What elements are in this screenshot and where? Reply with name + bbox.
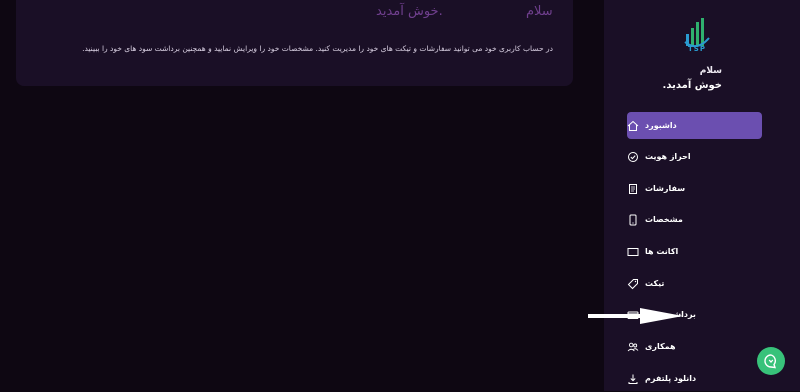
sidebar-item-label: اکانت ها: [645, 247, 679, 256]
check-circle-icon: [628, 151, 638, 162]
welcome-description: در حساب کاربری خود می توانید سفارشات و ت…: [82, 44, 553, 53]
sidebar-item-label: تیکت: [645, 279, 665, 288]
sidebar-welcome: خوش آمدید.: [662, 80, 722, 91]
welcome-title: خوش آمدید.: [376, 4, 443, 19]
sidebar-item-dashboard[interactable]: داشبورد: [627, 112, 762, 139]
sidebar-item-accounts[interactable]: اکانت ها: [627, 238, 762, 265]
sidebar-item-profile[interactable]: مشخصات: [627, 206, 762, 233]
download-icon: [628, 374, 638, 384]
sidebar-item-ticket[interactable]: تیکت: [627, 270, 762, 297]
sidebar-item-label: مشخصات: [645, 215, 683, 224]
monitor-icon: [627, 247, 639, 256]
sidebar-item-orders[interactable]: سفارشات: [627, 175, 762, 202]
welcome-greeting: سلام: [526, 4, 553, 19]
users-icon: [627, 342, 639, 351]
chat-icon: [764, 354, 777, 369]
sidebar-item-verification[interactable]: احراز هویت: [627, 143, 762, 170]
sidebar-item-label: احراز هویت: [645, 152, 691, 161]
logo-text: TSP: [688, 45, 706, 53]
home-icon: [627, 120, 639, 131]
sidebar-greeting: سلام: [699, 66, 722, 76]
sidebar-item-label: دانلود پلتفرم: [645, 374, 697, 383]
phone-icon: [629, 214, 637, 225]
welcome-panel: سلام خوش آمدید. در حساب کاربری خود می تو…: [16, 0, 573, 86]
tag-icon: [627, 278, 638, 289]
sidebar-item-label: داشبورد: [645, 121, 677, 130]
sidebar-item-label: سفارشات: [645, 184, 686, 193]
orders-icon: [629, 183, 637, 194]
chat-button[interactable]: [757, 347, 785, 375]
sidebar-item-label: همکاری: [645, 342, 676, 351]
sidebar-item-partnership[interactable]: همکاری: [627, 333, 762, 360]
arrow-pointer-icon: [588, 308, 683, 324]
sidebar-item-download[interactable]: دانلود پلتفرم: [627, 365, 762, 392]
sidebar: TSP سلام خوش آمدید. داشبورد احراز هویت س…: [604, 0, 800, 391]
